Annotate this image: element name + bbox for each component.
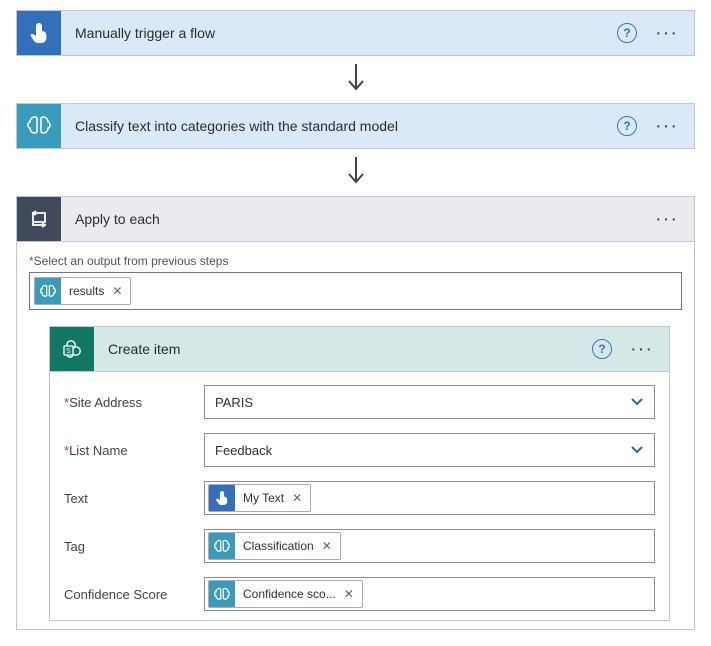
create-item-body: *Site Address PARIS *List Name Feedback [50, 371, 669, 620]
label-list-name: *List Name [64, 443, 204, 458]
step-header[interactable]: S Create item ? ··· [50, 327, 669, 371]
step-trigger: Manually trigger a flow ? ··· [16, 10, 695, 56]
help-icon[interactable]: ? [592, 339, 612, 359]
step-title: Manually trigger a flow [75, 25, 617, 41]
more-icon[interactable]: ··· [651, 123, 682, 129]
label-confidence: Confidence Score [64, 587, 204, 602]
touch-icon [209, 485, 235, 511]
step-title: Apply to each [75, 211, 651, 227]
chip-remove-icon[interactable]: ✕ [292, 491, 302, 505]
step-classify: Classify text into categories with the s… [16, 103, 695, 149]
apply-body: *Select an output from previous steps re… [17, 241, 694, 629]
chip-results[interactable]: results ✕ [34, 277, 131, 305]
row-tag: Tag Classification ✕ [50, 522, 669, 570]
chip-classification[interactable]: Classification ✕ [208, 532, 341, 560]
row-confidence: Confidence Score Confidence sco... ✕ [50, 570, 669, 618]
brain-icon [209, 581, 235, 607]
label-text: Text [64, 491, 204, 506]
more-icon[interactable]: ··· [651, 30, 682, 36]
select-output-input[interactable]: results ✕ [29, 272, 682, 310]
brain-icon [209, 533, 235, 559]
chip-label: My Text [243, 491, 284, 505]
value-list-name: Feedback [215, 443, 272, 458]
more-icon[interactable]: ··· [626, 346, 657, 352]
select-output-label: *Select an output from previous steps [29, 254, 682, 268]
chip-label: Classification [243, 539, 314, 553]
brain-icon [35, 278, 61, 304]
chip-label: Confidence sco... [243, 587, 336, 601]
step-apply-to-each: Apply to each ··· *Select an output from… [16, 196, 695, 630]
step-header[interactable]: Manually trigger a flow ? ··· [17, 11, 694, 55]
row-text: Text My Text ✕ [50, 474, 669, 522]
label-tag: Tag [64, 539, 204, 554]
row-list-name: *List Name Feedback [50, 426, 669, 474]
chip-my-text[interactable]: My Text ✕ [208, 484, 311, 512]
svg-text:S: S [66, 348, 71, 355]
more-icon[interactable]: ··· [651, 216, 682, 222]
step-header[interactable]: Classify text into categories with the s… [17, 104, 694, 148]
help-icon[interactable]: ? [617, 23, 637, 43]
value-site-address: PARIS [215, 395, 253, 410]
chevron-down-icon [630, 395, 644, 410]
select-site-address[interactable]: PARIS [204, 385, 655, 419]
brain-icon [17, 104, 61, 148]
arrow-icon [16, 149, 695, 196]
chip-confidence-score[interactable]: Confidence sco... ✕ [208, 580, 363, 608]
step-title: Create item [108, 341, 592, 357]
sharepoint-icon: S [50, 327, 94, 371]
chip-label: results [69, 284, 104, 298]
row-site-address: *Site Address PARIS [50, 378, 669, 426]
input-tag[interactable]: Classification ✕ [204, 529, 655, 563]
label-site-address: *Site Address [64, 395, 204, 410]
chevron-down-icon [630, 443, 644, 458]
step-title: Classify text into categories with the s… [75, 118, 617, 134]
loop-icon [17, 197, 61, 241]
help-icon[interactable]: ? [617, 116, 637, 136]
input-confidence[interactable]: Confidence sco... ✕ [204, 577, 655, 611]
touch-icon [17, 11, 61, 55]
step-create-item: S Create item ? ··· *Site Address PARIS [49, 326, 670, 621]
step-header[interactable]: Apply to each ··· [17, 197, 694, 241]
arrow-icon [16, 56, 695, 103]
chip-remove-icon[interactable]: ✕ [322, 539, 332, 553]
chip-remove-icon[interactable]: ✕ [112, 284, 122, 298]
select-list-name[interactable]: Feedback [204, 433, 655, 467]
input-text[interactable]: My Text ✕ [204, 481, 655, 515]
chip-remove-icon[interactable]: ✕ [344, 587, 354, 601]
